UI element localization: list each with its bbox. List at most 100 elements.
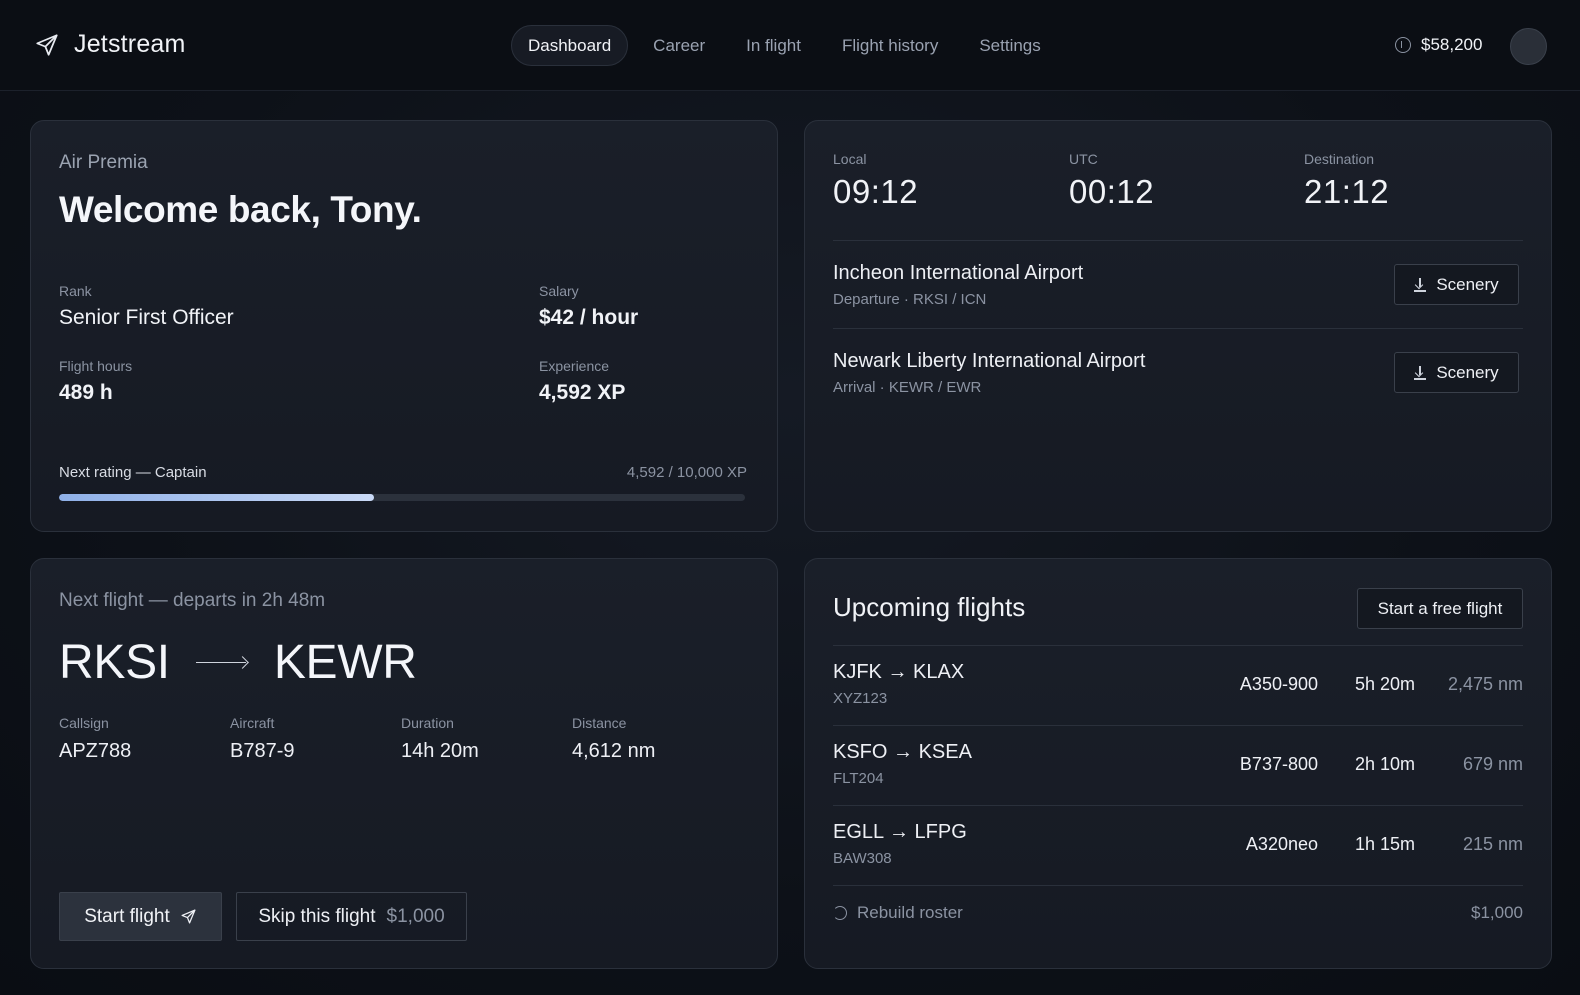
callsign-meta: Callsign APZ788 [59, 715, 131, 763]
flight-aircraft: B737-800 [1239, 754, 1318, 774]
departure-airport-name: Incheon International Airport [833, 262, 1084, 284]
skip-flight-label: Skip this flight [258, 905, 376, 927]
salary-label: Salary [539, 283, 579, 299]
next-flight-card: Next flight — departs in 2h 48m RKSI KEW… [30, 558, 778, 969]
divider [833, 328, 1523, 329]
divider [833, 240, 1523, 241]
hours-stat: Flight hours 489 h [59, 358, 132, 405]
flight-duration: 5h 20m [1354, 674, 1415, 694]
xp-value: 4,592 XP [539, 381, 626, 404]
distance-meta: Distance 4,612 nm [572, 715, 655, 763]
hours-label: Flight hours [59, 358, 133, 374]
flight-row[interactable]: KJFK → KLAX XYZ123 A350-900 5h 20m 2,475… [833, 645, 1523, 725]
skip-flight-button[interactable]: Skip this flight $1,000 [236, 892, 467, 941]
flight-duration: 1h 15m [1354, 834, 1415, 854]
flight-aircraft: A320neo [1245, 834, 1318, 854]
utc-clock: UTC 00:12 [1069, 151, 1154, 211]
destination-clock: Destination 21:12 [1304, 151, 1389, 211]
utc-label: UTC [1069, 151, 1098, 167]
next-rating-label: Next rating — Captain [59, 464, 207, 481]
arrow-right-icon [195, 653, 248, 673]
flight-route: KJFK → KLAX [833, 661, 965, 683]
distance-label: Distance [572, 715, 627, 731]
rebuild-roster-button[interactable]: Rebuild roster [833, 903, 963, 923]
scenery-label: Scenery [1436, 274, 1499, 294]
rebuild-roster-label: Rebuild roster [857, 903, 963, 922]
welcome-card: Air Premia Welcome back, Tony. Rank Seni… [30, 120, 778, 532]
destination-code: KEWR [273, 636, 417, 689]
coin-icon [1395, 37, 1411, 53]
upcoming-flights-card: Upcoming flights Start a free flight KJF… [804, 558, 1552, 969]
download-icon [1414, 277, 1427, 292]
flight-callsign: FLT204 [833, 770, 884, 787]
start-flight-label: Start flight [84, 905, 170, 927]
departure-scenery-button[interactable]: Scenery [1394, 264, 1519, 305]
aircraft-meta: Aircraft B787-9 [230, 715, 295, 763]
balance-value: $58,200 [1421, 35, 1483, 54]
local-time: 09:12 [833, 173, 919, 210]
paper-plane-icon [181, 909, 196, 924]
flight-distance: 215 nm [1462, 834, 1523, 854]
rank-stat: Rank Senior First Officer [59, 283, 234, 330]
airline-name: Air Premia [59, 152, 148, 173]
origin-code: RKSI [59, 636, 170, 689]
flight-callsign: BAW308 [833, 850, 892, 867]
flight-row[interactable]: EGLL → LFPG BAW308 A320neo 1h 15m 215 nm [833, 805, 1523, 885]
skip-flight-cost: $1,000 [386, 905, 445, 927]
xp-progress-fill [59, 494, 374, 501]
nav-career[interactable]: Career [637, 25, 721, 66]
upcoming-title: Upcoming flights [833, 592, 1026, 622]
flight-callsign: XYZ123 [833, 690, 888, 707]
rank-value: Senior First Officer [59, 306, 234, 329]
refresh-icon [833, 906, 847, 920]
xp-label: Experience [539, 358, 610, 374]
nav-in-flight[interactable]: In flight [730, 25, 817, 66]
welcome-title: Welcome back, Tony. [59, 189, 422, 230]
arrival-airport-name: Newark Liberty International Airport [833, 350, 1146, 372]
paper-plane-icon [36, 33, 58, 56]
nav-settings[interactable]: Settings [963, 25, 1056, 66]
aircraft-label: Aircraft [230, 715, 275, 731]
flight-route: EGLL → LFPG [833, 821, 967, 843]
divider [833, 885, 1523, 886]
salary-stat: Salary $42 / hour [539, 283, 638, 330]
nav-dashboard[interactable]: Dashboard [511, 25, 629, 66]
flight-route: KSFO → KSEA [833, 741, 972, 763]
flight-duration: 2h 10m [1354, 754, 1415, 774]
duration-meta: Duration 14h 20m [401, 715, 479, 763]
balance: $58,200 [1395, 35, 1482, 55]
xp-stat: Experience 4,592 XP [539, 358, 625, 405]
avatar[interactable] [1510, 28, 1547, 65]
xp-progress-bar [59, 494, 745, 501]
local-label: Local [833, 151, 867, 167]
hours-value: 489 h [59, 381, 113, 404]
top-bar: Jetstream Dashboard Career In flight Fli… [0, 0, 1580, 91]
salary-value: $42 / hour [539, 306, 639, 329]
route: RKSI KEWR [59, 635, 417, 690]
main-nav: Dashboard Career In flight Flight histor… [511, 25, 1066, 66]
duration-value: 14h 20m [401, 740, 479, 762]
flight-distance: 2,475 nm [1447, 674, 1523, 694]
nav-flight-history[interactable]: Flight history [826, 25, 954, 66]
flight-row[interactable]: KSFO → KSEA FLT204 B737-800 2h 10m 679 n… [833, 725, 1523, 805]
destination-time: 21:12 [1304, 173, 1390, 210]
duration-label: Duration [401, 715, 454, 731]
destination-label: Destination [1304, 151, 1375, 167]
time-airport-card: Local 09:12 UTC 00:12 Destination 21:12 … [804, 120, 1552, 532]
brand[interactable]: Jetstream [34, 30, 186, 59]
local-clock: Local 09:12 [833, 151, 918, 211]
arrival-scenery-button[interactable]: Scenery [1394, 352, 1519, 393]
aircraft-value: B787-9 [230, 740, 295, 762]
distance-value: 4,612 nm [572, 740, 656, 762]
download-icon [1414, 365, 1427, 380]
callsign-label: Callsign [59, 715, 109, 731]
departure-airport-codes: Departure · RKSI / ICN [833, 291, 987, 308]
next-flight-title: Next flight — departs in 2h 48m [59, 590, 326, 611]
scenery-label: Scenery [1436, 362, 1499, 382]
start-free-flight-button[interactable]: Start a free flight [1357, 588, 1523, 629]
rank-label: Rank [59, 283, 92, 299]
utc-time: 00:12 [1069, 173, 1155, 210]
rebuild-roster-cost: $1,000 [1471, 903, 1523, 922]
start-flight-button[interactable]: Start flight [59, 892, 222, 941]
brand-name: Jetstream [74, 30, 186, 58]
